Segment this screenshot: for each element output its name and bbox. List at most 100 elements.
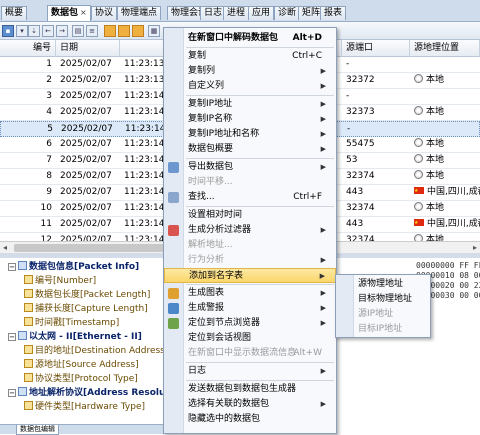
tree-node[interactable]: 捕获长度[Capture Length] — [24, 303, 148, 316]
back-icon[interactable]: ← — [42, 25, 54, 37]
globe-icon — [414, 154, 423, 163]
cell-number: 1 — [46, 59, 52, 69]
column-header-number[interactable]: 编号 — [0, 40, 56, 57]
tree-node[interactable]: 时间戳[Timestamp] — [24, 317, 119, 330]
china-flag-icon — [414, 185, 424, 199]
tab-3[interactable]: 物理端点 — [117, 6, 162, 20]
menu-item-shortcut: Alt+W — [293, 348, 322, 358]
scroll-left-icon[interactable]: ◂ — [3, 242, 7, 253]
menu-item-6[interactable]: 复制IP地址 ▶ — [164, 97, 336, 112]
globe-icon — [414, 202, 423, 211]
view-mode-1-icon[interactable] — [104, 25, 116, 37]
tree-node[interactable]: − 地址解析协议[Address Resolution] — [8, 387, 167, 400]
filter-icon[interactable]: ▤ — [72, 25, 84, 37]
tree-node-label: 地址解析协议[Address Resolution] — [29, 388, 167, 398]
collapse-toggle-icon[interactable]: − — [8, 333, 16, 341]
menu-item-7[interactable]: 复制IP名称 ▶ — [164, 112, 336, 127]
protocol-icon — [18, 387, 27, 396]
tree-node[interactable]: 源地址[Source Address] — [24, 359, 139, 372]
close-icon[interactable]: × — [80, 8, 87, 17]
menu-item-13[interactable]: 查找... Ctrl+F — [164, 190, 336, 205]
tab-label: 进程 — [227, 8, 246, 18]
tree-node[interactable]: 硬件类型[Hardware Type] — [24, 401, 145, 414]
tab-10[interactable]: 报表 — [320, 6, 347, 20]
cell-source-geo: 本地 — [414, 169, 480, 185]
scroll-lock-icon[interactable]: ⇣ — [28, 25, 40, 37]
menu-item-8[interactable]: 复制IP地址和名称 ▶ — [164, 127, 336, 142]
menu-item-31[interactable]: 隐藏选中的数据包 — [164, 412, 336, 427]
list-icon[interactable]: ≡ — [86, 25, 98, 37]
submenu-item-1[interactable]: 目标物理地址 — [336, 292, 430, 307]
menu-item-9[interactable]: 数据包概要 ▶ — [164, 142, 336, 157]
dropdown-arrow-icon[interactable]: ▾ — [16, 25, 28, 37]
submenu-arrow-icon: ▶ — [320, 256, 326, 264]
menu-item-11[interactable]: 导出数据包 ▶ — [164, 160, 336, 175]
geo-text: 本地 — [426, 171, 445, 181]
tree-node[interactable]: 目的地址[Destination Address] — [24, 345, 167, 358]
menu-item-22[interactable]: 生成警报 ▶ — [164, 301, 336, 316]
field-icon — [24, 275, 33, 284]
menu-item-label: 解析地址... — [188, 240, 233, 250]
globe-icon — [414, 74, 423, 83]
menu-item-0[interactable]: 在新窗口中解码数据包 Alt+D — [164, 31, 336, 46]
menu-item-21[interactable]: 生成图表 ▶ — [164, 286, 336, 301]
settings-icon[interactable]: ▪ — [2, 25, 14, 37]
tab-1[interactable]: 数据包 × — [47, 5, 91, 21]
tree-node-label: 时间戳[Timestamp] — [35, 318, 120, 328]
menu-item-16[interactable]: 生成分析过滤器 ▶ — [164, 223, 336, 238]
submenu-arrow-icon: ▶ — [320, 319, 326, 327]
cell-source-geo — [414, 57, 480, 73]
tab-6[interactable]: 进程 — [223, 6, 250, 20]
cell-source-geo: 本地 — [414, 137, 480, 153]
tree-node[interactable]: 数据包长度[Packet Length] — [24, 289, 150, 302]
menu-item-icon — [168, 318, 179, 329]
menu-item-23[interactable]: 定位到节点浏览器 ▶ — [164, 316, 336, 331]
menu-item-29[interactable]: 发送数据包到数据包生成器 — [164, 382, 336, 397]
tree-node-label: 编号[Number] — [35, 276, 97, 286]
menu-item-27[interactable]: 日志 ▶ — [164, 364, 336, 379]
tree-node[interactable]: − 以太网 - II[Ethernet - II] — [8, 331, 142, 344]
scroll-right-icon[interactable]: ▸ — [473, 242, 477, 253]
field-icon — [24, 373, 33, 382]
menu-item-shortcut: Alt+D — [292, 33, 322, 43]
tab-0[interactable]: 概要 — [1, 6, 28, 20]
collapse-toggle-icon[interactable]: − — [8, 389, 16, 397]
menu-item-19[interactable]: 添加到名字表 ▶ — [164, 268, 336, 283]
menu-item-24[interactable]: 定位到会话视图 — [164, 331, 336, 346]
submenu-item-label: 目标物理地址 — [358, 294, 413, 304]
tab-8[interactable]: 诊断 — [274, 6, 301, 20]
menu-separator — [186, 380, 334, 381]
cell-date: 2025/02/07 — [60, 187, 112, 197]
menu-item-15[interactable]: 设置相对时间 — [164, 208, 336, 223]
forward-icon[interactable]: → — [56, 25, 68, 37]
column-header-source-port[interactable]: 源端口 — [342, 40, 410, 57]
tree-node[interactable]: − 数据包信息[Packet Info] — [8, 261, 139, 274]
menu-item-3[interactable]: 复制列 ▶ — [164, 64, 336, 79]
bottom-tab-bar: 数据包编辑 — [0, 424, 170, 435]
cell-source-port: 32374 — [346, 203, 375, 213]
scrollbar-thumb[interactable] — [14, 244, 164, 252]
tree-node[interactable]: 协议类型[Protocol Type] — [24, 373, 138, 386]
menu-separator — [186, 95, 334, 96]
menu-item-4[interactable]: 自定义列 ▶ — [164, 79, 336, 94]
view-mode-2-icon[interactable] — [118, 25, 130, 37]
globe-icon — [414, 138, 423, 147]
field-icon — [24, 359, 33, 368]
geo-text: 本地 — [426, 155, 445, 165]
menu-item-2[interactable]: 复制 Ctrl+C — [164, 49, 336, 64]
cell-source-geo — [415, 122, 480, 138]
geo-text: 本地 — [426, 139, 445, 149]
tab-2[interactable]: 协议 — [91, 6, 118, 20]
menu-item-label: 生成图表 — [188, 288, 225, 298]
column-header-source-geo[interactable]: 源地理位置 — [410, 40, 480, 57]
column-header-date[interactable]: 日期 — [56, 40, 120, 57]
menu-item-label: 隐藏选中的数据包 — [188, 414, 261, 424]
submenu-item-0[interactable]: 源物理地址 — [336, 277, 430, 292]
collapse-toggle-icon[interactable]: − — [8, 263, 16, 271]
decode-icon[interactable]: ▦ — [148, 25, 160, 37]
tab-7[interactable]: 应用 — [248, 6, 275, 20]
protocol-icon — [18, 331, 27, 340]
view-mode-3-icon[interactable] — [132, 25, 144, 37]
tree-node[interactable]: 编号[Number] — [24, 275, 96, 288]
menu-item-30[interactable]: 选择有关联的数据包 ▶ — [164, 397, 336, 412]
